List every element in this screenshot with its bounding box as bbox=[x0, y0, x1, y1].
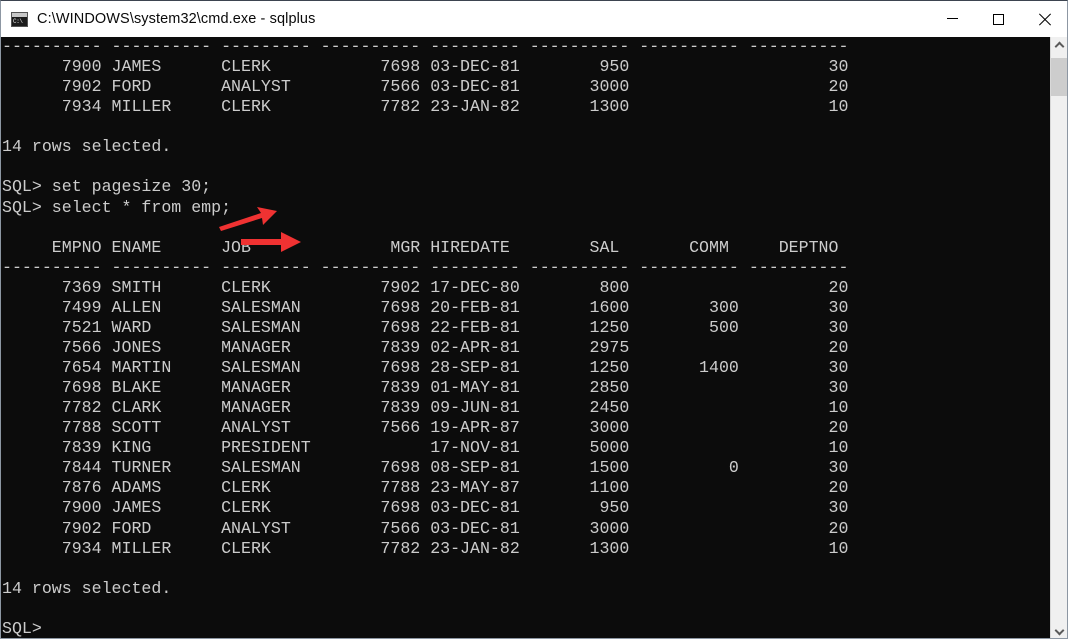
cmd-console-window: C:\WINDOWS\system32\cmd.exe - sqlplus --… bbox=[0, 0, 1068, 639]
maximize-button[interactable] bbox=[975, 1, 1021, 37]
cmd-console-icon bbox=[11, 11, 28, 27]
scrollbar-thumb[interactable] bbox=[1051, 58, 1067, 96]
close-button[interactable] bbox=[1021, 1, 1067, 37]
console-bottom-edge bbox=[1, 637, 1052, 638]
window-title: C:\WINDOWS\system32\cmd.exe - sqlplus bbox=[37, 11, 316, 27]
console-text: ---------- ---------- --------- --------… bbox=[2, 37, 849, 638]
scroll-down-button[interactable] bbox=[1051, 623, 1067, 638]
scroll-up-button[interactable] bbox=[1051, 37, 1067, 54]
close-icon bbox=[1038, 13, 1051, 26]
title-bar[interactable]: C:\WINDOWS\system32\cmd.exe - sqlplus bbox=[1, 1, 1067, 37]
vertical-scrollbar[interactable] bbox=[1050, 37, 1067, 638]
console-output-area[interactable]: ---------- ---------- --------- --------… bbox=[1, 37, 1052, 638]
minimize-button[interactable] bbox=[929, 1, 975, 37]
minimize-icon bbox=[946, 18, 958, 19]
maximize-icon bbox=[992, 13, 1004, 25]
chevron-down-icon bbox=[1056, 628, 1063, 635]
chevron-up-icon bbox=[1056, 42, 1063, 49]
